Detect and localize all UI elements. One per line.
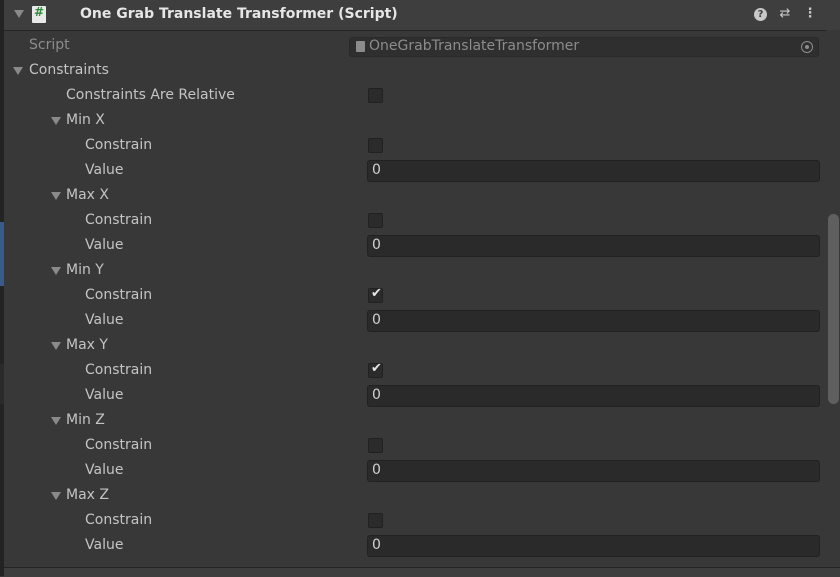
constraints-fold-arrow-icon[interactable] [13,67,23,75]
value-row-max-x: Value 0 [0,234,820,259]
foldout-max-y[interactable]: Max Y [0,334,820,359]
constrain-checkbox[interactable] [368,213,383,228]
foldout-min-y[interactable]: Min Y [0,259,820,284]
constrain-checkbox[interactable] [368,513,383,528]
value-text: 0 [372,162,381,178]
value-input[interactable]: 0 [367,385,820,407]
foldout-min-x[interactable]: Min X [0,109,820,134]
constrain-checkbox[interactable]: ✔ [368,361,383,378]
value-label: Value [85,162,124,178]
value-row-max-y: Value 0 [0,384,820,409]
fold-arrow-icon[interactable] [51,492,61,500]
value-text: 0 [372,537,381,553]
constrain-label: Constrain [85,362,153,378]
group-label: Min Z [66,412,105,428]
script-label: Script [29,37,70,53]
group-label: Max Y [66,337,108,353]
constrain-checkbox[interactable] [368,438,383,453]
value-row-max-z: Value 0 [0,534,820,559]
value-label: Value [85,387,124,403]
value-input[interactable]: 0 [367,460,820,482]
preset-icon[interactable]: ⇄ [777,6,793,22]
constrain-row-max-y: Constrain ✔ [0,359,820,384]
fold-arrow-icon[interactable] [14,10,24,18]
script-file-icon [356,41,365,52]
value-text: 0 [372,387,381,403]
fold-arrow-icon[interactable] [51,267,61,275]
value-label: Value [85,537,124,553]
component-header[interactable]: # One Grab Translate Transformer (Script… [4,0,840,31]
relative-checkbox[interactable] [368,88,383,103]
value-row-min-z: Value 0 [0,459,820,484]
value-label: Value [85,312,124,328]
group-label: Min Y [66,262,104,278]
relative-label: Constraints Are Relative [66,87,235,103]
script-object-field[interactable]: OneGrabTranslateTransformer [349,37,819,57]
context-menu-icon[interactable]: ⋮ [802,6,818,22]
relative-row: Constraints Are Relative [0,84,820,109]
scrollbar-thumb[interactable] [828,214,839,404]
help-icon[interactable]: ? [754,8,767,21]
script-hash-icon: # [32,5,46,23]
constrain-label: Constrain [85,137,153,153]
script-row: Script OneGrabTranslateTransformer [0,34,820,59]
constraints-label: Constraints [29,62,109,78]
value-input[interactable]: 0 [367,535,820,557]
group-label: Min X [66,112,105,128]
fold-arrow-icon[interactable] [51,417,61,425]
constrain-row-min-z: Constrain [0,434,820,459]
fold-arrow-icon[interactable] [51,342,61,350]
value-row-min-y: Value 0 [0,309,820,334]
value-row-min-x: Value 0 [0,159,820,184]
constrain-row-min-x: Constrain [0,134,820,159]
constrain-checkbox[interactable] [368,138,383,153]
component-title: One Grab Translate Transformer (Script) [80,6,398,22]
constrain-checkbox[interactable]: ✔ [368,286,383,303]
group-label: Max Z [66,487,109,503]
constraints-foldout[interactable]: Constraints [0,59,820,84]
value-text: 0 [372,462,381,478]
checkmark-icon: ✔ [371,286,382,301]
group-label: Max X [66,187,109,203]
foldout-min-z[interactable]: Min Z [0,409,820,434]
foldout-max-z[interactable]: Max Z [0,484,820,509]
fold-arrow-icon[interactable] [51,192,61,200]
value-label: Value [85,462,124,478]
constrain-label: Constrain [85,287,153,303]
constrain-label: Constrain [85,437,153,453]
value-input[interactable]: 0 [367,235,820,257]
fold-arrow-icon[interactable] [51,117,61,125]
value-label: Value [85,237,124,253]
constrain-row-max-z: Constrain [0,509,820,534]
constrain-row-max-x: Constrain [0,209,820,234]
constrain-label: Constrain [85,512,153,528]
value-input[interactable]: 0 [367,310,820,332]
constrain-label: Constrain [85,212,153,228]
script-value: OneGrabTranslateTransformer [369,38,580,54]
value-input[interactable]: 0 [367,160,820,182]
constrain-row-min-y: Constrain ✔ [0,284,820,309]
object-picker-icon[interactable] [801,41,813,53]
value-text: 0 [372,237,381,253]
value-text: 0 [372,312,381,328]
foldout-max-x[interactable]: Max X [0,184,820,209]
checkmark-icon: ✔ [371,361,382,376]
